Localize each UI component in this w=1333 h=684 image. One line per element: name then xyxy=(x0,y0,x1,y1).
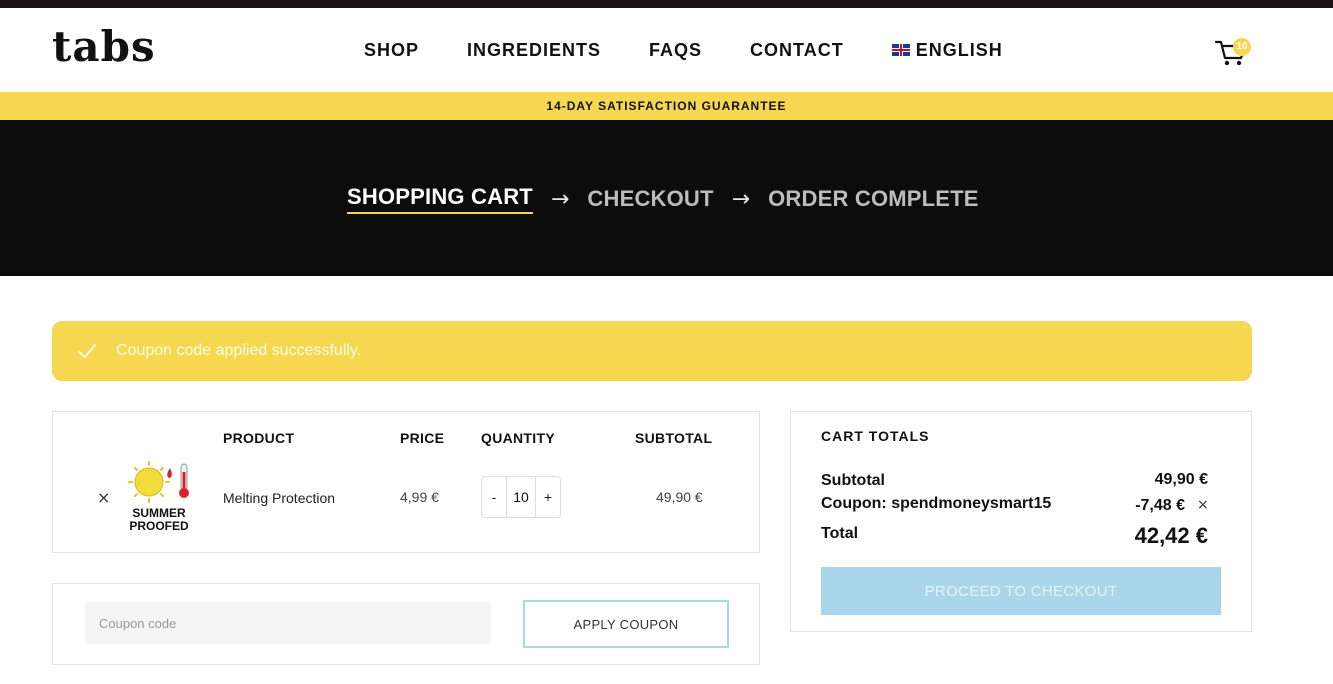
announcement-bar: 14-DAY SATISFACTION GUARANTEE xyxy=(0,92,1333,120)
step-checkout[interactable]: CHECKOUT xyxy=(587,186,713,212)
total-label: Total xyxy=(821,525,859,542)
column-header-subtotal: SUBTOTAL xyxy=(635,430,713,446)
sun-icon xyxy=(128,461,170,503)
site-header: tabs SHOP INGREDIENTS FAQS CONTACT ENGLI… xyxy=(0,8,1333,92)
product-image[interactable]: SUMMER PROOFED xyxy=(125,460,201,536)
cart-table: PRODUCT PRICE QUANTITY SUBTOTAL × SUMMER xyxy=(52,411,760,553)
column-header-quantity: QUANTITY xyxy=(481,430,555,446)
language-switcher[interactable]: ENGLISH xyxy=(891,38,1003,62)
coupon-discount-value: -7,48 € xyxy=(1135,497,1185,514)
cart-totals-panel: CART TOTALS Subtotal 49,90 € Coupon: spe… xyxy=(790,411,1252,632)
cart-count-badge: 10 xyxy=(1233,38,1251,56)
remove-coupon-button[interactable]: × xyxy=(1197,497,1209,513)
language-label: ENGLISH xyxy=(915,39,1003,60)
checkout-steps-banner: SHOPPING CART → CHECKOUT → ORDER COMPLET… xyxy=(0,120,1333,276)
subtotal-label: Subtotal xyxy=(821,472,885,489)
nav-contact[interactable]: CONTACT xyxy=(750,38,844,62)
product-name-link[interactable]: Melting Protection xyxy=(223,490,335,506)
product-subtotal: 49,90 € xyxy=(656,489,703,505)
arrow-right-icon: → xyxy=(550,186,570,212)
quantity-decrease-button[interactable]: - xyxy=(482,477,506,517)
success-notice: Coupon code applied successfully. xyxy=(52,321,1252,381)
nav-ingredients[interactable]: INGREDIENTS xyxy=(467,38,601,62)
top-strip xyxy=(0,0,1333,8)
column-header-price: PRICE xyxy=(400,430,445,446)
site-logo[interactable]: tabs xyxy=(52,22,156,71)
arrow-right-icon: → xyxy=(731,186,751,212)
nav-shop[interactable]: SHOP xyxy=(364,38,419,62)
apply-coupon-button[interactable]: APPLY COUPON xyxy=(523,600,729,648)
drop-icon xyxy=(167,468,172,478)
quantity-input[interactable]: 10 xyxy=(506,477,536,517)
step-shopping-cart[interactable]: SHOPPING CART xyxy=(347,184,533,214)
step-order-complete: ORDER COMPLETE xyxy=(768,186,979,211)
coupon-section: APPLY COUPON xyxy=(52,583,760,665)
proceed-to-checkout-button[interactable]: PROCEED TO CHECKOUT xyxy=(821,567,1221,615)
total-value: 42,42 € xyxy=(1134,523,1208,548)
remove-item-button[interactable]: × xyxy=(97,488,110,507)
checkout-steps: SHOPPING CART → CHECKOUT → ORDER COMPLET… xyxy=(347,184,979,214)
quantity-stepper: - 10 + xyxy=(481,476,561,518)
nav-faqs[interactable]: FAQS xyxy=(649,38,702,62)
coupon-code-input[interactable] xyxy=(85,602,491,644)
coupon-label: Coupon: spendmoneysmart15 xyxy=(821,495,1052,512)
main-nav: SHOP INGREDIENTS FAQS CONTACT ENGLISH xyxy=(364,38,1003,62)
uk-flag-icon xyxy=(891,44,910,56)
checkmark-icon xyxy=(78,344,96,358)
cart-totals-title: CART TOTALS xyxy=(821,428,930,444)
thermometer-icon xyxy=(179,463,189,498)
notice-message: Coupon code applied successfully. xyxy=(116,342,362,359)
subtotal-value: 49,90 € xyxy=(1154,471,1208,488)
column-header-product: PRODUCT xyxy=(223,430,295,446)
product-price: 4,99 € xyxy=(400,489,439,505)
product-image-text-1: SUMMER xyxy=(132,506,186,520)
quantity-increase-button[interactable]: + xyxy=(536,477,560,517)
product-image-text-2: PROOFED xyxy=(129,519,189,533)
